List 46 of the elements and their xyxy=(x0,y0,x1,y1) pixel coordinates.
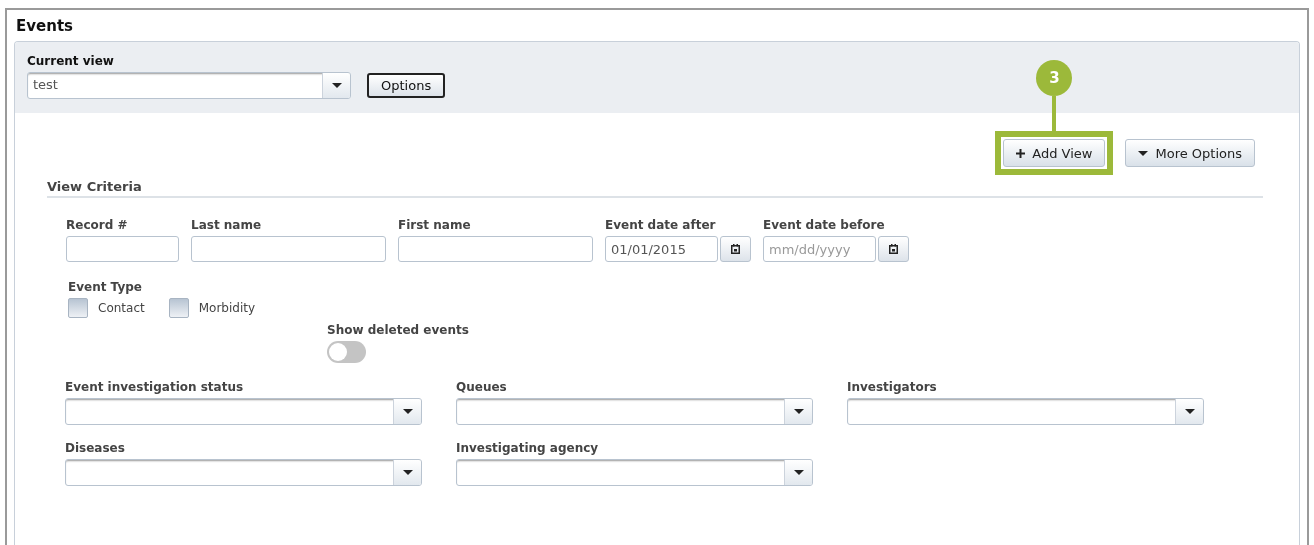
date-field[interactable]: mm/dd/yyyy xyxy=(763,236,876,262)
field-label: Last name xyxy=(191,218,263,232)
options-button[interactable]: Options xyxy=(367,73,446,98)
field-label: Event date after xyxy=(605,218,717,232)
caret-icon xyxy=(402,409,413,414)
dropdown-select[interactable] xyxy=(456,459,813,486)
section-title: View Criteria xyxy=(47,179,143,196)
dropdown-select[interactable] xyxy=(456,398,813,425)
caret-icon xyxy=(1138,150,1149,156)
caret-icon xyxy=(402,470,413,475)
add-view-button[interactable]: Add View xyxy=(1003,139,1106,167)
field-label: Event date before xyxy=(763,218,886,232)
calendar-icon xyxy=(889,244,898,254)
toggle-label: Show deleted events xyxy=(327,323,469,337)
checkbox[interactable] xyxy=(168,298,189,318)
date-field[interactable]: 01/01/2015 xyxy=(605,236,718,262)
plus-icon xyxy=(1016,148,1026,158)
page-title: Events xyxy=(15,16,74,37)
calendar-button[interactable] xyxy=(720,236,751,262)
event-type-label: Event Type xyxy=(68,280,143,294)
dropdown-select[interactable] xyxy=(847,398,1204,425)
current-view-select[interactable]: test xyxy=(27,72,351,99)
dropdown-select[interactable] xyxy=(65,398,422,425)
select-label: Diseases xyxy=(65,441,126,455)
caret-icon xyxy=(1184,409,1195,414)
select-label: Investigators xyxy=(847,380,938,394)
text-field[interactable] xyxy=(191,236,386,262)
toggle-switch[interactable] xyxy=(327,341,366,363)
checkbox-option[interactable]: Contact xyxy=(68,298,145,318)
select-label: Queues xyxy=(456,380,508,394)
caret-icon xyxy=(793,470,804,475)
calendar-icon xyxy=(731,244,740,254)
field-label: First name xyxy=(398,218,472,232)
checkbox-option[interactable]: Morbidity xyxy=(168,298,256,318)
caret-icon xyxy=(793,409,804,414)
more-options-button[interactable]: More Options xyxy=(1125,139,1255,167)
select-label: Event investigation status xyxy=(65,380,245,394)
dropdown-select[interactable] xyxy=(65,459,422,486)
select-label: Investigating agency xyxy=(456,441,600,455)
caret-icon xyxy=(331,83,342,88)
checkbox[interactable] xyxy=(68,298,88,318)
text-field[interactable] xyxy=(398,236,593,262)
text-field[interactable] xyxy=(66,236,179,262)
current-view-label: Current view xyxy=(27,54,115,68)
calendar-button[interactable] xyxy=(878,236,909,262)
field-label: Record # xyxy=(66,218,129,232)
